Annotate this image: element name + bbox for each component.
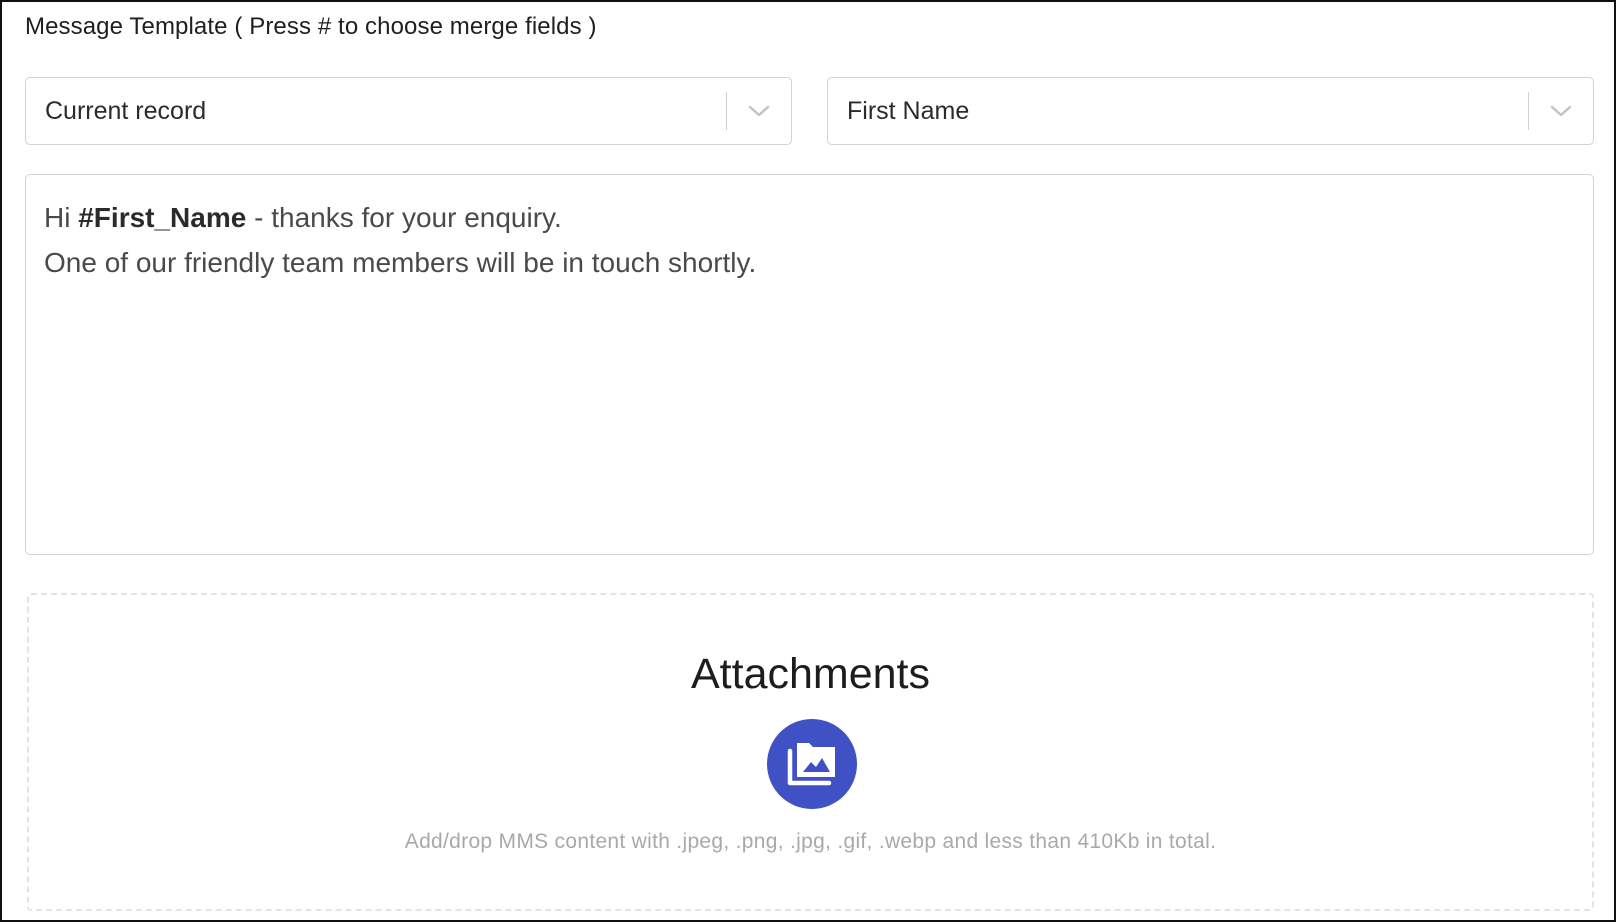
attachments-hint: Add/drop MMS content with .jpeg, .png, .… xyxy=(404,830,1217,853)
merge-field-select[interactable]: First Name xyxy=(827,77,1594,145)
image-folder-icon[interactable] xyxy=(767,719,857,809)
record-source-value: Current record xyxy=(45,96,207,125)
message-line-2: One of our friendly team members will be… xyxy=(44,247,757,278)
chevron-down-icon[interactable] xyxy=(727,78,791,144)
message-text-prefix: Hi xyxy=(44,202,79,233)
message-line-1: Hi #First_Name - thanks for your enquiry… xyxy=(44,195,1575,240)
attachments-title: Attachments xyxy=(691,650,930,698)
merge-field-tag: #First_Name xyxy=(78,202,247,233)
message-template-label: Message Template ( Press # to choose mer… xyxy=(25,13,597,40)
record-source-select[interactable]: Current record xyxy=(25,77,792,145)
merge-field-value: First Name xyxy=(847,96,970,125)
message-template-panel: Message Template ( Press # to choose mer… xyxy=(0,0,1616,922)
message-editor[interactable]: Hi #First_Name - thanks for your enquiry… xyxy=(25,174,1594,555)
chevron-down-icon[interactable] xyxy=(1529,78,1593,144)
attachments-dropzone[interactable]: Attachments Add/drop MMS content with .j… xyxy=(27,593,1594,911)
message-text-suffix: - thanks for your enquiry. xyxy=(246,202,562,233)
